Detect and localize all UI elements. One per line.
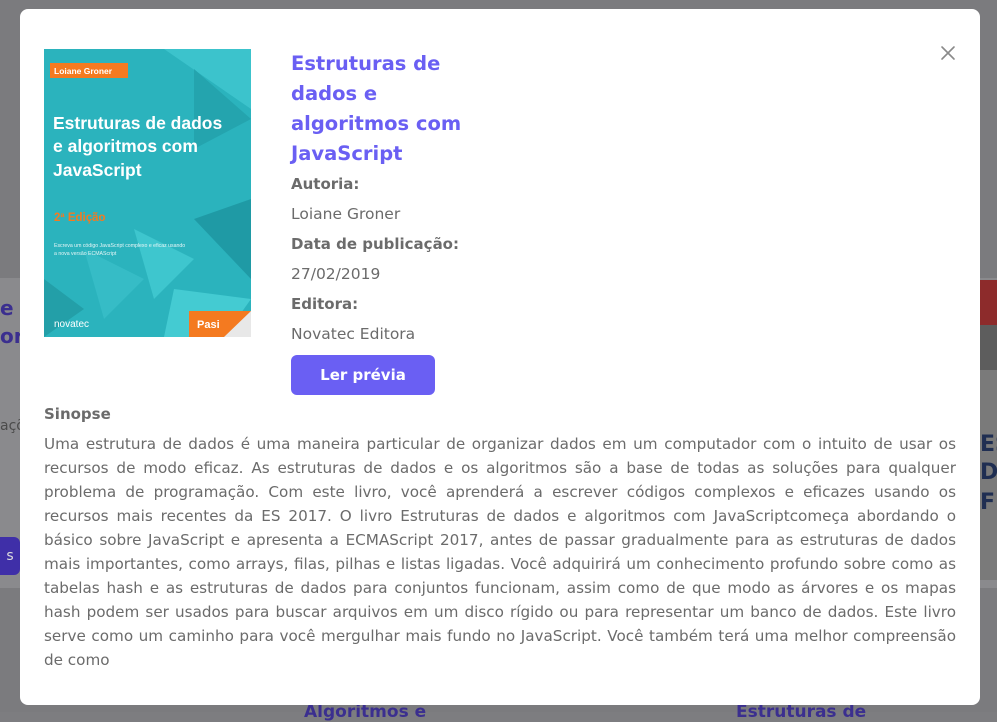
- background-cover-text-fragment: ES: [980, 432, 997, 457]
- book-cover-art: Loiane Groner Estruturas de dados e algo…: [44, 49, 251, 337]
- cover-title-line: Estruturas de dados: [53, 113, 222, 133]
- publisher-label: Editora:: [291, 295, 359, 313]
- background-card-button: s: [0, 537, 20, 575]
- author-value: Loiane Groner: [291, 205, 401, 223]
- publisher-value: Novatec Editora: [291, 325, 416, 343]
- background-book-title: Algoritmos e: [304, 702, 427, 722]
- cover-title-line: JavaScript: [53, 160, 142, 180]
- background-cover-text-fragment: FU: [980, 490, 997, 515]
- cover-corner-badge-text: Pasi: [197, 319, 220, 331]
- cover-publisher-logo: novatec: [54, 319, 89, 330]
- synopsis-label: Sinopse: [44, 405, 111, 423]
- background-card-title-fragment: e: [0, 296, 14, 320]
- authorship-label: Autoria:: [291, 175, 360, 193]
- book-cover: Loiane Groner Estruturas de dados e algo…: [44, 49, 251, 337]
- cover-subtitle-line: Escreva um código JavaScript complexo e …: [54, 243, 185, 249]
- close-icon[interactable]: [940, 45, 956, 61]
- book-info: Estruturas de dados e algoritmos com Jav…: [291, 49, 531, 395]
- close-button[interactable]: [938, 43, 958, 63]
- background-card-button-label: s: [6, 548, 14, 564]
- background-book-title: Estruturas de: [736, 702, 867, 722]
- background-book-cover-right: [980, 280, 997, 580]
- book-title: Estruturas de dados e algoritmos com Jav…: [291, 52, 462, 165]
- synopsis-text: Uma estrutura de dados é uma maneira par…: [44, 435, 956, 669]
- cover-edition: 2ª Edição: [54, 212, 106, 224]
- publication-date-value: 27/02/2019: [291, 265, 381, 283]
- cover-title-line: e algoritmos com: [53, 136, 198, 156]
- cover-author-name: Loiane Groner: [54, 66, 113, 76]
- read-preview-button[interactable]: Ler prévia: [291, 355, 435, 395]
- publication-date-label: Data de publicação:: [291, 235, 459, 253]
- book-details-modal: Loiane Groner Estruturas de dados e algo…: [20, 9, 980, 705]
- cover-subtitle-line: a nova versão ECMAScript: [54, 251, 117, 257]
- background-cover-text-fragment: D: [980, 460, 997, 485]
